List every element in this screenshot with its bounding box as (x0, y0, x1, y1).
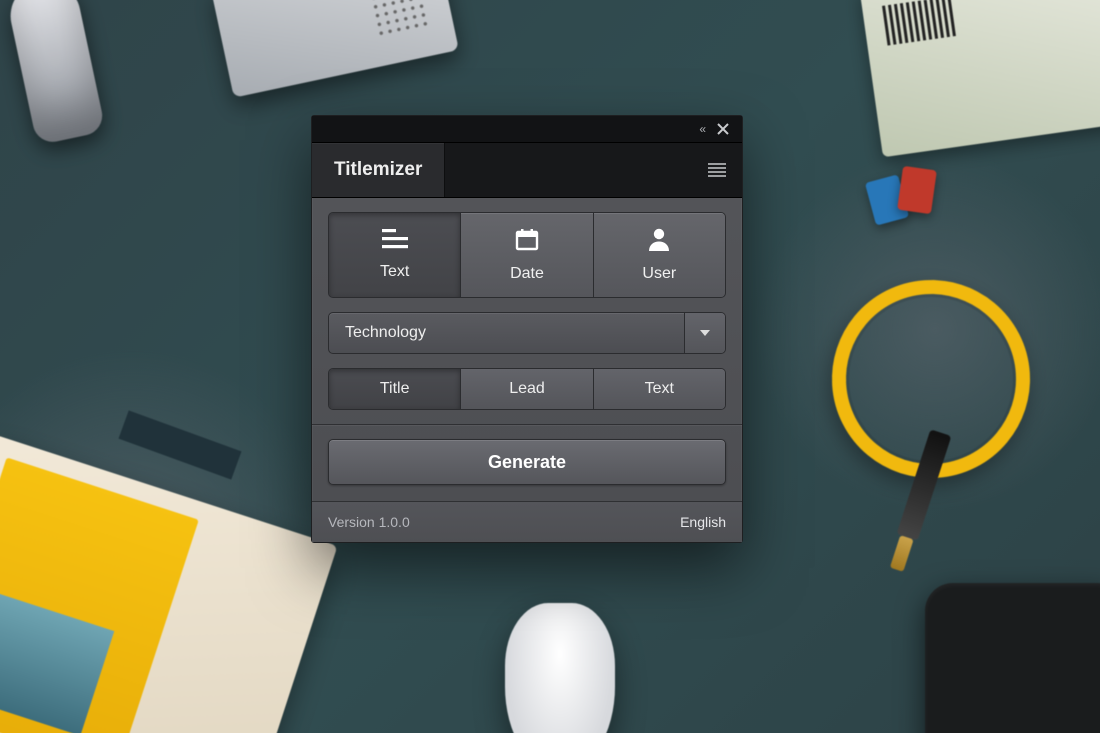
desk-shadow (118, 410, 241, 479)
desk-mouse (505, 603, 615, 733)
collapse-icon[interactable]: « (699, 122, 702, 136)
segment-text[interactable]: Text (593, 369, 725, 409)
title-bar: Titlemizer (312, 143, 742, 198)
tab-user-label: User (642, 265, 676, 283)
close-icon[interactable] (716, 122, 730, 136)
footer: Version 1.0.0 English (312, 501, 742, 542)
calendar-icon (515, 227, 539, 256)
category-dropdown[interactable]: Technology (328, 312, 726, 354)
segment-title-label: Title (380, 380, 410, 398)
type-tabs: Text Date User (328, 212, 726, 298)
tab-user[interactable]: User (593, 213, 725, 297)
desk-sd-cards (870, 168, 940, 248)
desk-book (0, 435, 338, 733)
text-lines-icon (382, 229, 408, 254)
chevron-down-icon (684, 313, 725, 353)
generate-label: Generate (488, 452, 566, 473)
tab-date[interactable]: Date (460, 213, 592, 297)
version-label: Version 1.0.0 (328, 514, 410, 530)
segment-lead[interactable]: Lead (460, 369, 592, 409)
tab-text-label: Text (380, 263, 409, 281)
desk-box (859, 0, 1100, 157)
divider (312, 424, 742, 425)
app-tab[interactable]: Titlemizer (312, 143, 445, 197)
desk-appletv (925, 583, 1100, 733)
window-controls: « (312, 116, 742, 143)
app-title: Titlemizer (334, 159, 422, 181)
tab-text[interactable]: Text (329, 213, 460, 297)
menu-icon[interactable] (692, 143, 742, 197)
output-segments: Title Lead Text (328, 368, 726, 410)
segment-title[interactable]: Title (329, 369, 460, 409)
user-icon (648, 227, 670, 256)
category-value: Technology (329, 313, 684, 353)
segment-lead-label: Lead (509, 380, 545, 398)
language-selector[interactable]: English (680, 514, 726, 530)
desk-microphone (4, 0, 106, 146)
generate-button[interactable]: Generate (328, 439, 726, 485)
desk-speaker (211, 0, 459, 98)
segment-text-label: Text (645, 380, 674, 398)
tab-date-label: Date (510, 265, 544, 283)
titlemizer-panel: « Titlemizer Text Date (311, 115, 743, 543)
